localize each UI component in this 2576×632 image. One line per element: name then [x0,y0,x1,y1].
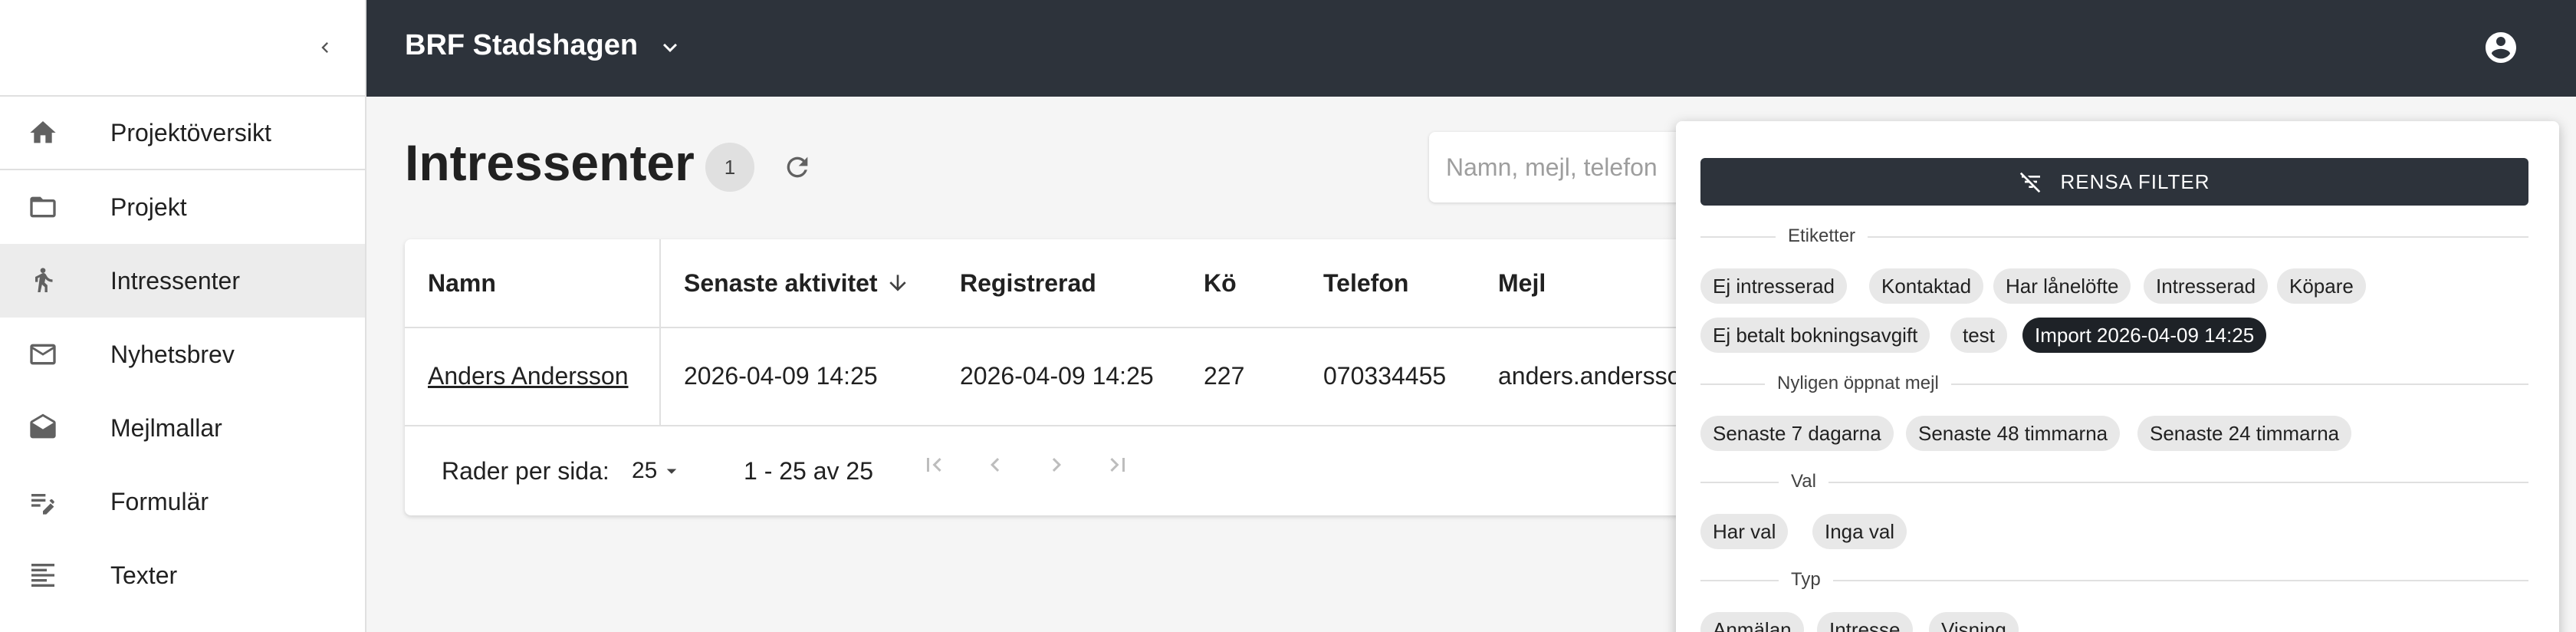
section-label-recent-email: Nyligen öppnat mejl [1765,373,1951,394]
page-title: Intressenter [405,134,695,191]
sidebar-item-label: Nyhetsbrev [110,340,235,368]
filter-chip-tag[interactable]: Har lånelöfte [1993,268,2131,304]
pagination-range: 1 - 25 av 25 [744,456,873,485]
filter-chip-choice[interactable]: Inga val [1812,514,1907,549]
previous-page-button[interactable] [977,446,1014,483]
section-label-choice: Val [1779,471,1829,492]
filter-chip-tag[interactable]: test [1950,318,2007,353]
clear-filter-label: RENSA FILTER [2060,170,2210,193]
person-walking-icon [25,262,61,299]
cell-activity: 2026-04-09 14:25 [684,361,878,390]
first-page-button[interactable] [915,446,952,483]
filter-chip-tag[interactable]: Ej intresserad [1700,268,1847,304]
filter-chip-recent-email[interactable]: Senaste 7 dagarna [1700,416,1894,451]
sidebar-item-label: Mejlmallar [110,413,222,442]
filter-chip-tag[interactable]: Kontaktad [1869,268,1984,304]
refresh-button[interactable] [779,149,816,186]
organization-switcher-button[interactable] [653,31,687,64]
cell-phone: 070334455 [1323,361,1447,390]
sidebar-item-nyhetsbrev[interactable]: Nyhetsbrev [0,318,365,391]
filter-chip-recent-email[interactable]: Senaste 24 timmarna [2137,416,2352,451]
column-header-registered[interactable]: Registrerad [960,239,1096,327]
sidebar-item-label: Projektöversikt [110,118,271,146]
filter-chip-tag[interactable]: Köpare [2277,268,2366,304]
sort-arrow-down-icon [889,275,906,291]
home-icon [25,114,61,151]
filter-off-icon [2019,170,2043,194]
section-label-tags: Etiketter [1776,225,1868,247]
rows-per-page-label: Rader per sida: [442,456,610,485]
sidebar-item-label: Intressenter [110,266,240,295]
filter-chip-tag[interactable]: Ej betalt bokningsavgift [1700,318,1930,353]
dropdown-arrow-icon [667,469,677,474]
rows-per-page-value: 25 [632,458,658,483]
sidebar: Projektöversikt Projekt Intressenter Nyh… [0,0,366,632]
rows-per-page-select[interactable]: 25 [632,426,683,515]
cell-registered: 2026-04-09 14:25 [960,361,1154,390]
first-page-icon [927,458,941,472]
sidebar-item-mejlmallar[interactable]: Mejlmallar [0,391,365,465]
filter-chip-recent-email[interactable]: Senaste 48 timmarna [1906,416,2121,451]
interests-table: Namn Senaste aktivitet Registrerad Kö Te… [405,239,1746,515]
chevron-right-icon [1052,458,1061,472]
mail-icon [25,336,61,373]
sidebar-item-label: Texter [110,561,178,589]
last-page-icon [1110,458,1125,472]
filter-chip-type[interactable]: Anmälan [1700,612,1804,632]
count-badge: 1 [705,143,754,192]
chevron-down-icon [663,43,677,52]
sidebar-item-label: Formulär [110,487,209,515]
last-page-button[interactable] [1099,446,1136,483]
filter-chip-type[interactable]: Visning [1929,612,2019,632]
account-circle-icon [2486,32,2516,63]
column-header-email[interactable]: Mejl [1498,239,1546,327]
sidebar-item-texter[interactable]: Texter [0,538,365,612]
collapse-sidebar-button[interactable] [307,29,343,66]
cell-email: anders.andersso [1498,361,1681,390]
column-header-queue[interactable]: Kö [1204,239,1237,327]
edit-note-icon [25,483,61,520]
sticky-column-divider [659,239,661,425]
sidebar-item-projektoversikt[interactable]: Projektöversikt [0,97,365,170]
sidebar-item-projekt[interactable]: Projekt [0,170,365,244]
top-app-bar: BRF Stadshagen [366,0,2576,97]
filter-chip-type[interactable]: Intresse [1817,612,1913,632]
section-label-type: Typ [1779,569,1833,591]
column-header-label: Senaste aktivitet [684,268,878,297]
refresh-icon [787,156,808,178]
sidebar-item-formular[interactable]: Formulär [0,465,365,538]
mail-open-icon [25,410,61,446]
filter-chip-tag[interactable]: Intresserad [2144,268,2269,304]
column-header-phone[interactable]: Telefon [1323,239,1408,327]
chevron-left-icon [991,458,1000,472]
contact-name-link[interactable]: Anders Andersson [428,362,629,390]
filter-chip-tag-selected[interactable]: Import 2026-04-09 14:25 [2022,318,2267,353]
organization-name[interactable]: BRF Stadshagen [405,29,638,62]
cell-name[interactable]: Anders Andersson [428,327,629,425]
column-header-name[interactable]: Namn [428,239,496,327]
sidebar-item-intressenter[interactable]: Intressenter [0,244,365,318]
filter-chip-choice[interactable]: Har val [1700,514,1789,549]
sidebar-header [0,0,365,97]
cell-queue: 227 [1204,361,1245,390]
sidebar-item-label: Projekt [110,193,187,221]
account-button[interactable] [2479,26,2522,69]
chevron-left-icon [321,42,328,53]
folder-icon [25,189,61,225]
column-header-activity[interactable]: Senaste aktivitet [684,239,910,327]
text-lines-icon [25,557,61,594]
clear-filter-button[interactable]: RENSA FILTER [1700,158,2528,206]
next-page-button[interactable] [1038,446,1075,483]
filter-panel: RENSA FILTER Etiketter Ej intresserad Ko… [1676,121,2559,632]
